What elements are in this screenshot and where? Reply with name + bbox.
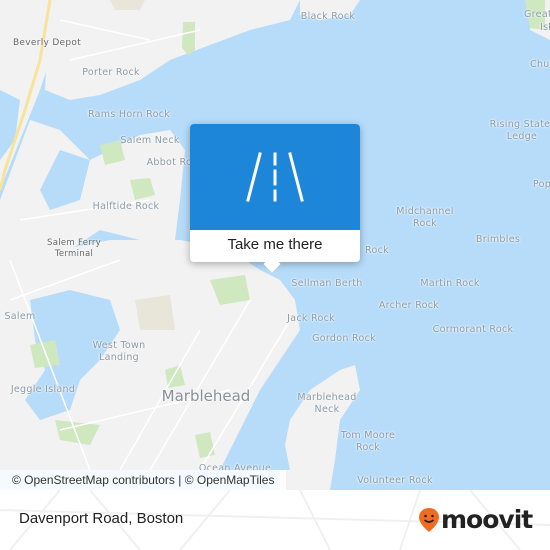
label-salem: Salem (4, 311, 36, 322)
label-chub: Chub (530, 59, 550, 70)
label-tom-moore-rock: Rock (356, 442, 380, 453)
label-rising-state: Rising State (489, 119, 550, 130)
take-me-there-button[interactable]: Take me there (190, 230, 360, 262)
map[interactable]: Beverly Depot Porter Rock Black Rock Gre… (0, 0, 550, 490)
label-volunteer-rock: Volunteer Rock (357, 475, 433, 486)
label-great: Great (524, 9, 550, 20)
map-attribution[interactable]: © OpenStreetMap contributors | © OpenMap… (0, 470, 287, 490)
label-black-rock: Black Rock (300, 11, 356, 22)
label-island: Island (539, 22, 550, 33)
label-jeggle-island: Jeggle Island (10, 384, 76, 395)
take-me-there-popup[interactable]: Take me there (190, 124, 360, 273)
label-marblehead-neck-2: Neck (314, 404, 340, 415)
label-salem-neck: Salem Neck (120, 135, 180, 146)
label-midchannel-rock: Rock (413, 218, 437, 229)
moovit-logo[interactable]: moovit (418, 505, 533, 534)
label-gordon-rock: Gordon Rock (312, 333, 376, 344)
label-sellman-berth: Sellman Berth (291, 278, 363, 289)
label-beverly-depot: Beverly Depot (12, 38, 82, 48)
label-brimbles: Brimbles (475, 234, 521, 245)
label-terminal: Terminal (54, 249, 94, 259)
moovit-wordmark: moovit (441, 505, 533, 534)
moovit-pin-icon (419, 507, 439, 532)
label-rock: Rock (365, 245, 389, 256)
label-cormorant-rock: Cormorant Rock (432, 324, 514, 335)
label-porter-rock: Porter Rock (82, 67, 140, 78)
label-landing: Landing (99, 352, 139, 363)
label-pop: Pop (532, 179, 550, 190)
popup-header (190, 124, 360, 230)
label-marblehead-neck-1: Marblehead (297, 392, 357, 403)
label-archer-rock: Archer Rock (378, 300, 440, 311)
label-halftide-rock: Halftide Rock (92, 201, 160, 212)
label-midchannel: Midchannel (396, 206, 454, 217)
label-tom-moore: Tom Moore (340, 430, 396, 441)
label-ledge: Ledge (506, 131, 538, 142)
label-jack-rock: Jack Rock (287, 313, 335, 324)
label-west-town: West Town (92, 340, 146, 351)
label-marblehead: Marblehead (161, 387, 251, 405)
label-martin-rock: Martin Rock (420, 278, 480, 289)
label-rams-horn-rock: Rams Horn Rock (87, 109, 171, 120)
road-icon (246, 152, 304, 202)
address-title: Davenport Road, Boston (19, 510, 184, 527)
